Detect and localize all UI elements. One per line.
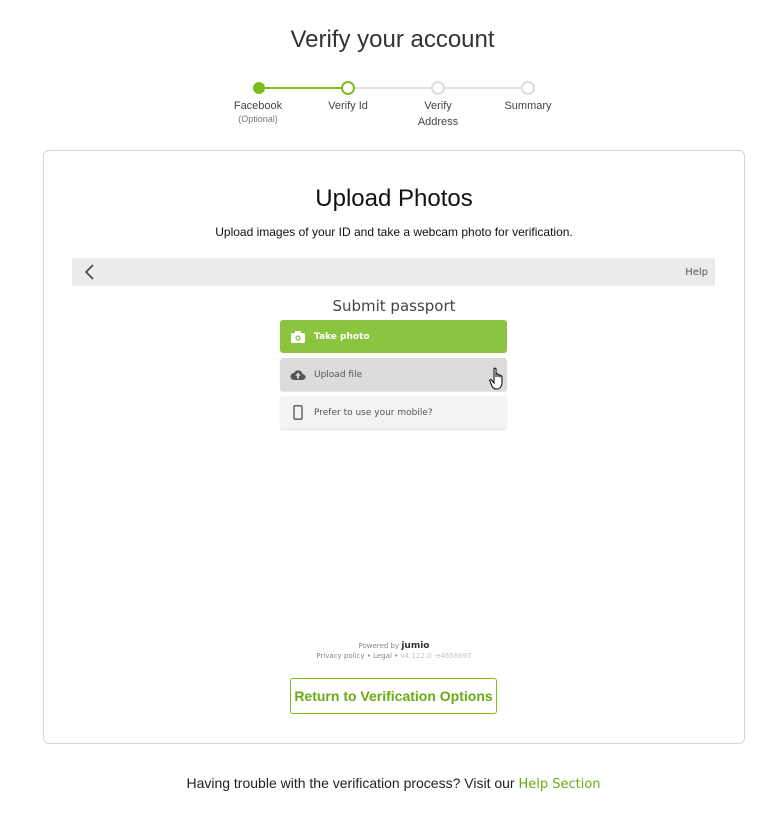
upload-card: Upload Photos Upload images of your ID a… [43, 150, 745, 744]
step-label-summary: Summary [504, 100, 552, 112]
step-dot-verify-id [341, 81, 355, 95]
page-title: Verify your account [290, 26, 495, 53]
chevron-left-icon [84, 264, 94, 280]
return-to-verification-options-button[interactable]: Return to Verification Options [290, 678, 497, 714]
step-label-verify-id: Verify Id [328, 100, 368, 112]
footer: Having trouble with the verification pro… [0, 775, 775, 792]
take-photo-button[interactable]: Take photo [280, 320, 507, 353]
jumio-logo: jumio [401, 641, 430, 651]
use-mobile-button[interactable]: Prefer to use your mobile? [280, 396, 507, 429]
powered-by-label: Powered by [358, 642, 400, 650]
step-verify-id: Verify Id [303, 98, 393, 114]
version-label: v4.122.0 -e4658697 [400, 652, 472, 660]
step-line-done [259, 87, 349, 89]
footer-text: Having trouble with the verification pro… [186, 775, 515, 791]
cloud-upload-icon [290, 367, 306, 383]
separator: • [366, 652, 371, 660]
mobile-phone-icon [290, 405, 306, 421]
embed-nav-bar: Help [72, 258, 715, 286]
powered-by: Powered by jumio [44, 641, 744, 651]
submit-passport-heading: Submit passport [332, 297, 456, 315]
legal-links: Privacy policy • Legal • v4.122.0 -e4658… [44, 652, 744, 660]
step-label-facebook: Facebook [233, 100, 283, 112]
progress-stepper: Facebook (Optional) Verify Id Verify Add… [213, 80, 573, 130]
upload-file-button[interactable]: Upload file [280, 358, 507, 391]
take-photo-label: Take photo [314, 331, 370, 342]
privacy-policy-link[interactable]: Privacy policy [316, 652, 364, 660]
step-summary: Summary [483, 98, 573, 114]
step-dot-summary [521, 81, 535, 95]
back-button[interactable] [80, 262, 100, 282]
step-dot-verify-address [431, 81, 445, 95]
upload-file-label: Upload file [314, 369, 363, 380]
step-facebook: Facebook (Optional) [213, 98, 303, 125]
step-label-address: Address [417, 116, 459, 128]
step-dot-facebook [253, 82, 265, 94]
help-section-link[interactable]: Help Section [518, 777, 600, 792]
separator: • [394, 652, 399, 660]
camera-icon [290, 329, 306, 345]
use-mobile-label: Prefer to use your mobile? [314, 407, 433, 418]
help-link[interactable]: Help [685, 267, 708, 278]
step-verify-address: Verify Address [393, 98, 483, 130]
card-title: Upload Photos [315, 185, 473, 212]
card-subtitle: Upload images of your ID and take a webc… [215, 225, 573, 239]
step-label-verify: Verify [424, 100, 452, 112]
step-sublabel-optional: (Optional) [238, 114, 278, 124]
legal-link[interactable]: Legal [373, 652, 392, 660]
